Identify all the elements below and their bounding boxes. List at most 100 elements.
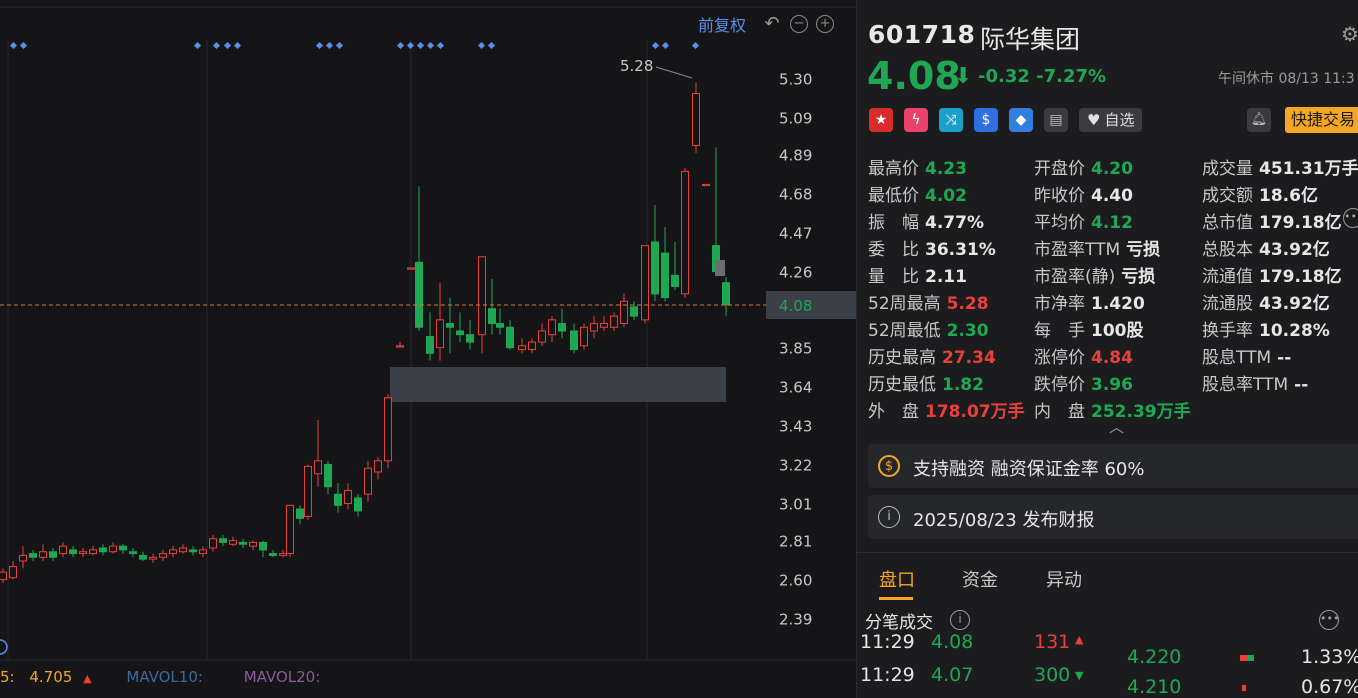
info-circle-icon	[0, 639, 8, 655]
trade-price: 4.08	[931, 634, 974, 653]
candle-body	[558, 323, 566, 332]
candle-body	[239, 541, 247, 545]
stat-item: 最高价 4.23	[868, 154, 967, 179]
tab-zijin[interactable]: 资金	[962, 566, 998, 592]
candle-body	[374, 460, 382, 473]
event-marker-icon	[487, 41, 496, 50]
candle-body	[580, 326, 588, 347]
candle-body	[324, 464, 332, 488]
y-axis-tick-label: 4.26	[779, 264, 812, 282]
stat-label: 委 比	[868, 240, 919, 260]
report-text: 2025/08/23 发布财报	[913, 510, 1095, 531]
stat-value: 4.40	[1091, 186, 1133, 206]
candle-body	[630, 306, 638, 317]
stat-item: 52周最低 2.30	[868, 316, 989, 341]
more-icon[interactable]: •••	[1343, 208, 1358, 228]
stat-label: 昨收价	[1034, 186, 1085, 206]
event-marker-icon	[315, 41, 324, 50]
info-icon: i	[878, 506, 900, 528]
candle-body	[109, 545, 117, 553]
stat-item: 52周最高 5.28	[868, 289, 989, 314]
y-axis-tick-label: 2.39	[779, 610, 812, 628]
tab-yidong[interactable]: 异动	[1046, 566, 1082, 592]
candle-body	[702, 183, 710, 187]
stat-label: 成交额	[1202, 186, 1253, 206]
add-watchlist-button[interactable]: ♥ 自选	[1079, 108, 1143, 132]
quick-trade-button[interactable]: 快捷交易	[1285, 107, 1358, 133]
document-icon[interactable]: ▤	[1044, 108, 1068, 132]
stat-label: 52周最高	[868, 294, 941, 314]
mavol20-label: MAVOL20:	[243, 668, 321, 686]
stat-label: 跌停价	[1034, 375, 1085, 395]
candle-body	[641, 245, 649, 321]
candle-body	[396, 345, 404, 348]
event-marker-icon	[335, 41, 344, 50]
candle-body	[661, 252, 669, 299]
event-marker-icon	[406, 41, 415, 50]
stat-item: 流通股 43.92亿	[1202, 289, 1330, 314]
tab-pankou[interactable]: 盘口	[879, 566, 915, 592]
candle-body	[314, 460, 322, 475]
collapse-caret-icon[interactable]: ︿	[1109, 416, 1124, 437]
up-triangle-icon: ▲	[1075, 634, 1084, 646]
candle-body	[478, 256, 486, 336]
event-marker-icon	[223, 41, 232, 50]
candle-body	[229, 540, 237, 545]
shuffle-icon[interactable]: ⤨	[939, 108, 963, 132]
stat-value: 10.28%	[1259, 321, 1330, 341]
stat-item: 量 比 2.11	[868, 262, 967, 287]
stat-label: 每 手	[1034, 321, 1085, 341]
china-flag-icon[interactable]: ★	[869, 108, 893, 132]
stat-value: 451.31万手	[1259, 159, 1358, 179]
stat-value: 2.30	[946, 321, 989, 341]
event-marker-icon	[651, 41, 660, 50]
candle-body	[436, 319, 444, 349]
candlestick-chart[interactable]: 5.30 5.09 4.89 4.68 4.47 4.26 3.85 3.64 3.43 3.22…	[0, 0, 856, 698]
change-value: -0.32	[978, 66, 1030, 87]
stat-value: 178.07万手	[925, 402, 1025, 422]
info-icon[interactable]: i	[950, 610, 970, 630]
stat-value: 252.39万手	[1091, 402, 1191, 422]
candle-body	[722, 282, 730, 306]
report-card[interactable]: i 2025/08/23 发布财报	[868, 495, 1358, 539]
candle-body	[610, 315, 618, 328]
more-icon[interactable]: •••	[1319, 610, 1339, 630]
event-marker-icon	[9, 41, 18, 50]
stat-label: 流通股	[1202, 294, 1253, 314]
stat-value: 3.96	[1091, 375, 1133, 395]
flash-icon[interactable]: ϟ	[904, 108, 928, 132]
event-marker-icon	[233, 41, 242, 50]
y-axis-tick-label: 4.89	[779, 147, 812, 165]
gear-icon[interactable]: ⚙	[1341, 22, 1358, 46]
margin-card[interactable]: $ 支持融资 融资保证金率 60%	[868, 444, 1358, 488]
candle-body	[506, 326, 514, 349]
stat-value: 1.420	[1091, 294, 1145, 314]
stat-value: 43.92亿	[1259, 294, 1330, 314]
adjust-forward-button[interactable]: 前复权	[698, 12, 746, 36]
stat-label: 换手率	[1202, 321, 1253, 341]
mavol5-value: 4.705	[29, 668, 73, 686]
book-volume-bar	[1240, 655, 1248, 661]
y-axis-tick-label: 3.64	[779, 379, 812, 397]
trades-list: 11:29 4.08 131 ▲ 11:29 4.07 300 ▼ 4.220 …	[857, 634, 1358, 698]
kline-chart-area[interactable]: 5.30 5.09 4.89 4.68 4.47 4.26 3.85 3.64 3.43 3.22…	[0, 0, 856, 698]
reset-icon[interactable]: ↶	[762, 15, 782, 33]
stat-value: 18.6亿	[1259, 186, 1318, 206]
event-marker-icon	[436, 41, 445, 50]
candle-body	[384, 397, 392, 462]
y-axis-tick-label: 3.85	[779, 340, 812, 358]
candle-body	[548, 319, 556, 336]
zoom-in-icon[interactable]: +	[816, 15, 835, 33]
bell-icon[interactable]: 🔔︎	[1247, 108, 1271, 132]
candle-body	[528, 341, 536, 351]
event-marker-icon	[193, 41, 202, 50]
stat-item: 成交量 451.31万手	[1202, 154, 1358, 179]
tag-icon[interactable]: ◆	[1009, 108, 1033, 132]
down-arrow-icon: ⬇	[954, 64, 973, 89]
stat-value: 27.34	[942, 348, 996, 368]
candle-body	[0, 571, 7, 581]
stat-value: 179.18亿	[1259, 267, 1342, 287]
stat-label: 平均价	[1034, 213, 1085, 233]
zoom-out-icon[interactable]: −	[790, 15, 809, 33]
dollar-icon[interactable]: $	[974, 108, 998, 132]
